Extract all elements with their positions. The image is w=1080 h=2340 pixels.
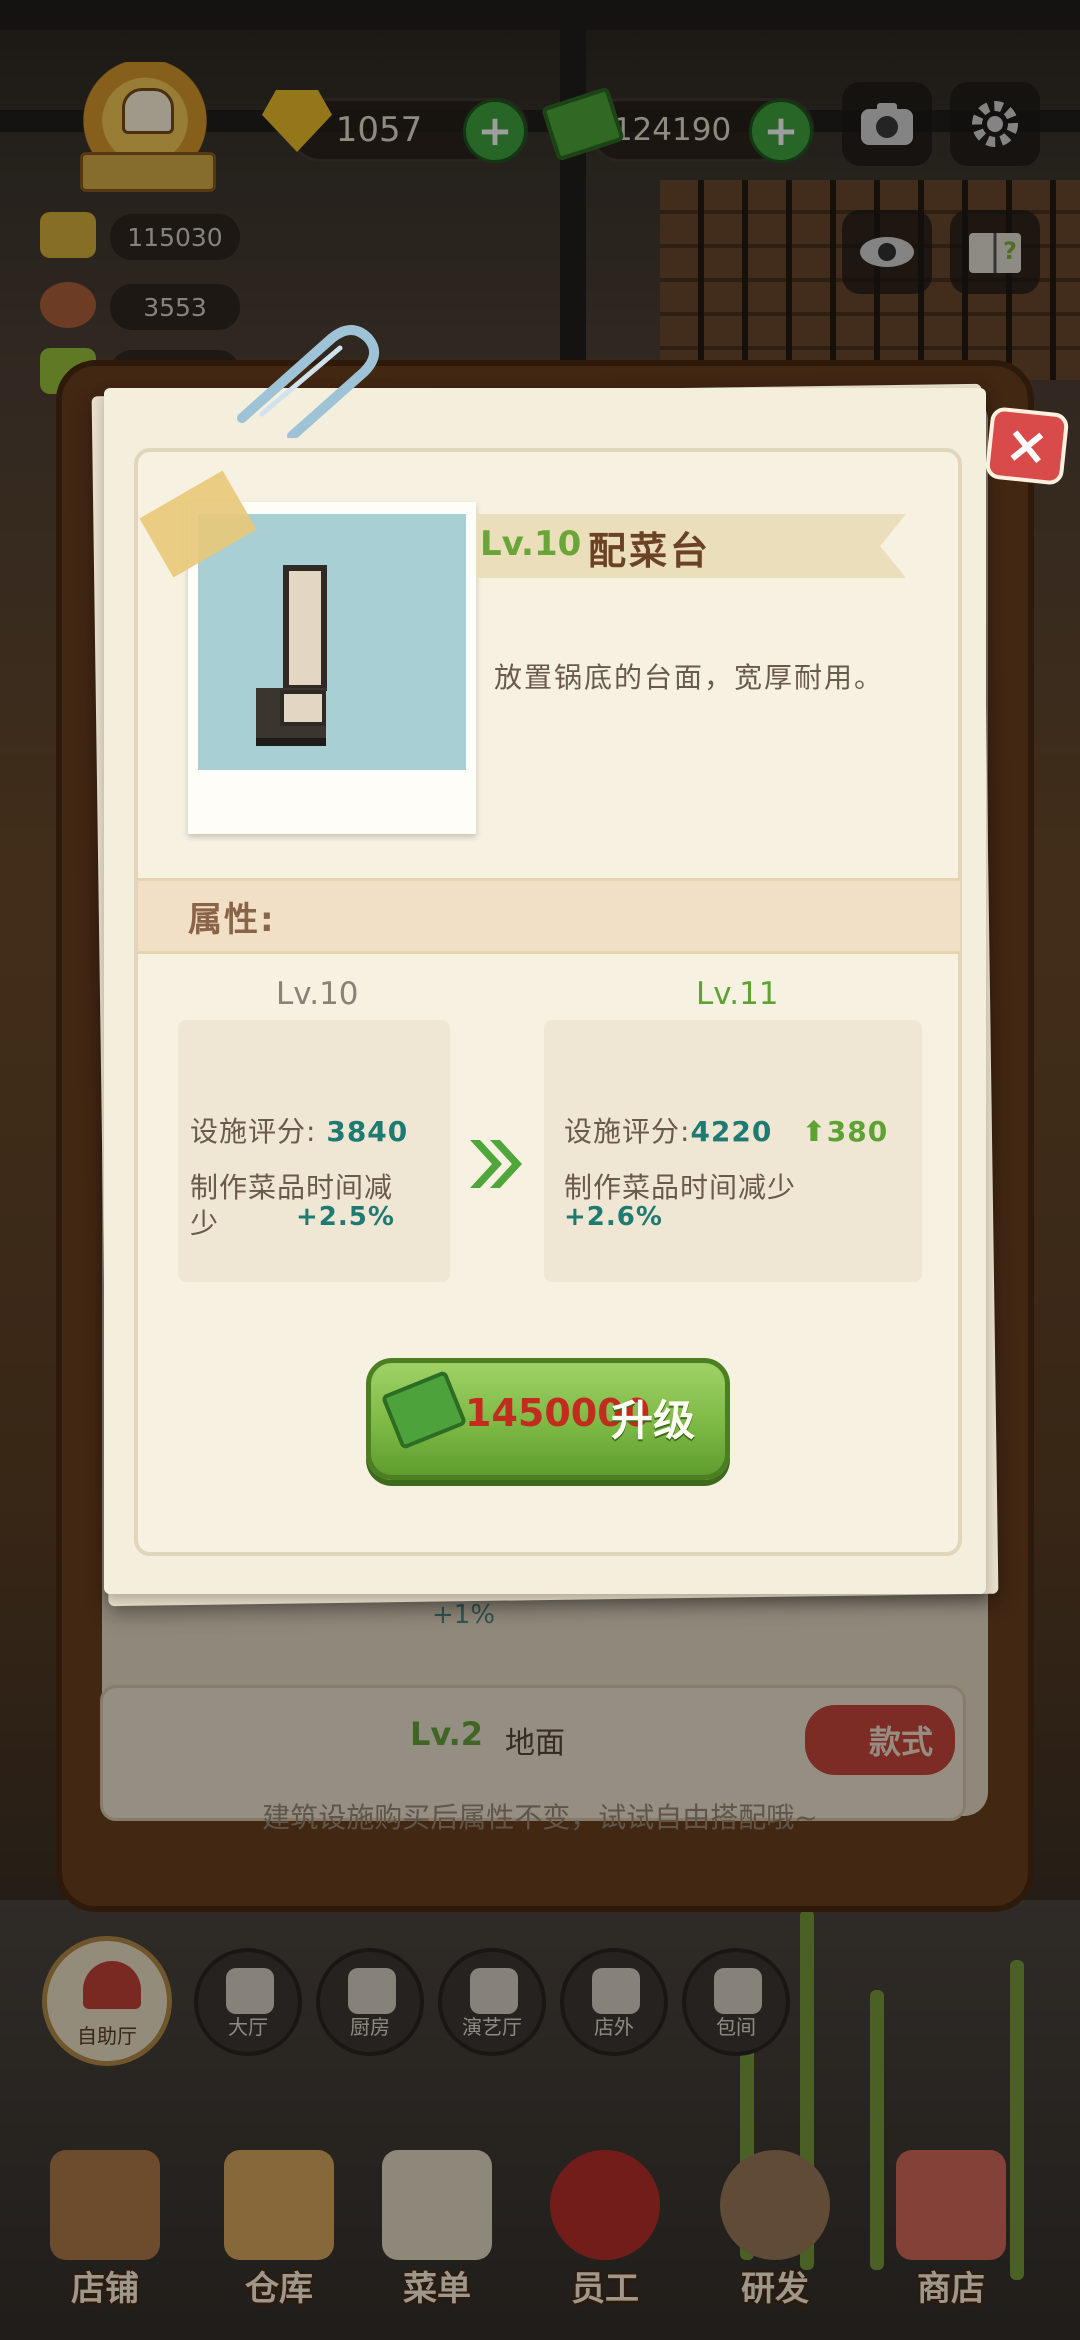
item-preview-image <box>198 514 466 770</box>
current-score-value: 3840 <box>326 1115 409 1148</box>
next-score-label: 设施评分: <box>564 1115 691 1148</box>
paperclip-icon <box>237 325 379 438</box>
next-score-value: 4220 <box>690 1115 773 1148</box>
double-chevron-icon <box>470 1140 522 1188</box>
cash-bundle-icon <box>380 1370 468 1450</box>
current-time-label-2: 少 <box>190 1207 220 1240</box>
current-time-label: 制作菜品时间减 <box>190 1171 394 1204</box>
attributes-label: 属性: <box>188 900 276 940</box>
current-time-value: +2.5% <box>296 1202 395 1232</box>
current-score-row: 设施评分: 3840 <box>190 1110 408 1150</box>
upgrade-button[interactable]: 1450000 升级 <box>366 1358 730 1480</box>
next-time-value: +2.6% <box>564 1202 663 1232</box>
current-stats-box <box>178 1020 450 1282</box>
next-stats-box <box>544 1020 922 1282</box>
item-description: 放置锅底的台面，宽厚耐用。 <box>494 661 885 694</box>
next-score-delta: ⬆380 <box>802 1115 889 1148</box>
current-level-label: Lv.10 <box>276 976 359 1012</box>
next-level-label: Lv.11 <box>696 976 779 1012</box>
item-photo <box>188 502 476 834</box>
next-time-label: 制作菜品时间减少 <box>564 1171 797 1204</box>
next-score-row: 设施评分:4220 ⬆380 <box>564 1110 888 1150</box>
upgrade-label: 升级 <box>611 1396 696 1445</box>
close-button[interactable]: × <box>984 406 1070 486</box>
item-name: 配菜台 <box>588 529 712 573</box>
prep-counter-illustration <box>256 565 327 746</box>
current-score-label: 设施评分: <box>190 1115 317 1148</box>
item-level: Lv.10 <box>480 524 582 564</box>
